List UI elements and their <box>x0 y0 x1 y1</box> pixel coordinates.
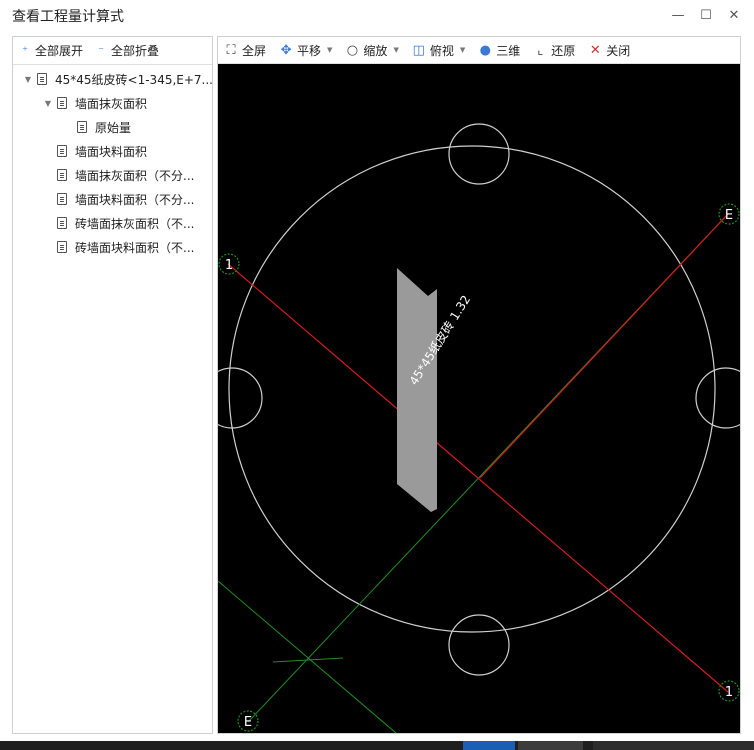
collapse-icon: ⁻ <box>98 44 104 57</box>
tree-item-brick-tile[interactable]: 砖墙面块料面积（不... <box>53 236 194 258</box>
tree-item-label: 45*45纸皮砖<1-345,E+7... <box>55 72 213 87</box>
tree-item-wall-plaster[interactable]: ▼ 墙面抹灰面积 <box>43 92 147 114</box>
magnifier-icon: ○ <box>346 42 359 58</box>
axis-marker-text: 1 <box>225 258 233 273</box>
tree-item-wall-tile[interactable]: 墙面块料面积 <box>53 140 147 162</box>
sphere-3d-icon: ● <box>479 42 491 58</box>
zoom-label: 缩放 <box>363 43 388 58</box>
taskbar-item[interactable] <box>518 741 583 750</box>
document-icon <box>57 241 67 253</box>
document-icon <box>57 217 67 229</box>
restore-button[interactable]: ⌞ 还原 <box>533 42 575 59</box>
dropdown-arrow-icon[interactable]: ▼ <box>460 46 465 54</box>
document-icon <box>57 145 67 157</box>
document-icon <box>77 121 87 133</box>
tree-item-label: 墙面抹灰面积（不分... <box>75 168 195 183</box>
close-icon: ✕ <box>589 42 601 58</box>
tree-item-original-qty[interactable]: 原始量 <box>73 116 131 138</box>
3d-button[interactable]: ● 三维 <box>478 42 521 59</box>
expand-all-label: 全部展开 <box>35 44 84 58</box>
close-view-button[interactable]: ✕ 关闭 <box>588 42 630 59</box>
tree-toolbar: ⁺ 全部展开 ⁻ 全部折叠 <box>13 37 212 65</box>
tree-item-root[interactable]: ▼ 45*45纸皮砖<1-345,E+7... <box>23 68 213 90</box>
collapse-all-label: 全部折叠 <box>111 44 160 58</box>
cube-view-icon: ◫ <box>412 42 425 58</box>
restore-label: 还原 <box>551 43 576 58</box>
tree-item-label: 原始量 <box>95 120 132 135</box>
document-icon <box>57 97 67 109</box>
view-label: 俯视 <box>429 43 454 58</box>
expand-icon: ⁺ <box>22 44 28 57</box>
tree-item-label: 砖墙面块料面积（不... <box>75 240 195 255</box>
pan-label: 平移 <box>297 43 322 58</box>
document-icon <box>57 169 67 181</box>
tree-item-brick-plaster[interactable]: 砖墙面抹灰面积（不... <box>53 212 194 234</box>
fullscreen-icon: ⛶ <box>226 42 236 58</box>
caret-down-icon[interactable]: ▼ <box>23 75 33 84</box>
tree-item-label: 墙面块料面积 <box>75 144 148 159</box>
minimize-button[interactable]: — <box>667 4 689 26</box>
view-button[interactable]: ◫ 俯视 ▼ <box>412 42 466 59</box>
title-bar: 查看工程量计算式 — ☐ ✕ <box>0 0 754 30</box>
dropdown-arrow-icon[interactable]: ▼ <box>393 46 398 54</box>
pan-button[interactable]: ✥ 平移 ▼ <box>279 42 333 59</box>
drawing-canvas[interactable]: 45*45纸皮砖 1.32 1 E 1 E <box>218 64 740 733</box>
tree-panel: ⁺ 全部展开 ⁻ 全部折叠 ▼ 45*45纸皮砖<1-345,E+7... ▼ … <box>12 36 213 734</box>
restore-icon: ⌞ <box>537 42 544 58</box>
document-icon <box>37 73 47 85</box>
tree-item-wall-tile-nodiv[interactable]: 墙面块料面积（不分... <box>53 188 194 210</box>
wall-element[interactable] <box>397 268 437 512</box>
3d-label: 三维 <box>496 43 521 58</box>
close-view-label: 关闭 <box>606 43 631 58</box>
axis-marker-text: 1 <box>725 685 733 700</box>
dropdown-arrow-icon[interactable]: ▼ <box>327 46 332 54</box>
fullscreen-label: 全屏 <box>242 43 267 58</box>
tree-item-label: 墙面块料面积（不分... <box>75 192 195 207</box>
close-window-button[interactable]: ✕ <box>723 4 745 26</box>
maximize-button[interactable]: ☐ <box>695 4 717 26</box>
viewer-panel: ⛶ 全屏 ✥ 平移 ▼ ○ 缩放 ▼ ◫ 俯视 ▼ ● 三维 ⌞ 还原 ✕ 关闭 <box>217 36 741 734</box>
zoom-button[interactable]: ○ 缩放 ▼ <box>345 42 399 59</box>
viewer-toolbar: ⛶ 全屏 ✥ 平移 ▼ ○ 缩放 ▼ ◫ 俯视 ▼ ● 三维 ⌞ 还原 ✕ 关闭 <box>218 37 740 64</box>
axis-marker-text: E <box>725 208 733 223</box>
collapse-all-button[interactable]: ⁻ 全部折叠 <box>95 42 159 59</box>
canvas-background <box>218 64 740 733</box>
axis-marker-text: E <box>244 715 252 730</box>
document-icon <box>57 193 67 205</box>
taskbar-item[interactable] <box>593 741 754 750</box>
tree-item-wall-plaster-nodiv[interactable]: 墙面抹灰面积（不分... <box>53 164 194 186</box>
window-title: 查看工程量计算式 <box>12 9 124 25</box>
fullscreen-button[interactable]: ⛶ 全屏 <box>224 42 266 59</box>
expand-all-button[interactable]: ⁺ 全部展开 <box>19 42 83 59</box>
caret-down-icon[interactable]: ▼ <box>43 99 53 108</box>
tree-item-label: 砖墙面抹灰面积（不... <box>75 216 195 231</box>
taskbar-item[interactable] <box>463 741 515 750</box>
tree-item-label: 墙面抹灰面积 <box>75 96 148 111</box>
pan-icon: ✥ <box>280 42 292 58</box>
